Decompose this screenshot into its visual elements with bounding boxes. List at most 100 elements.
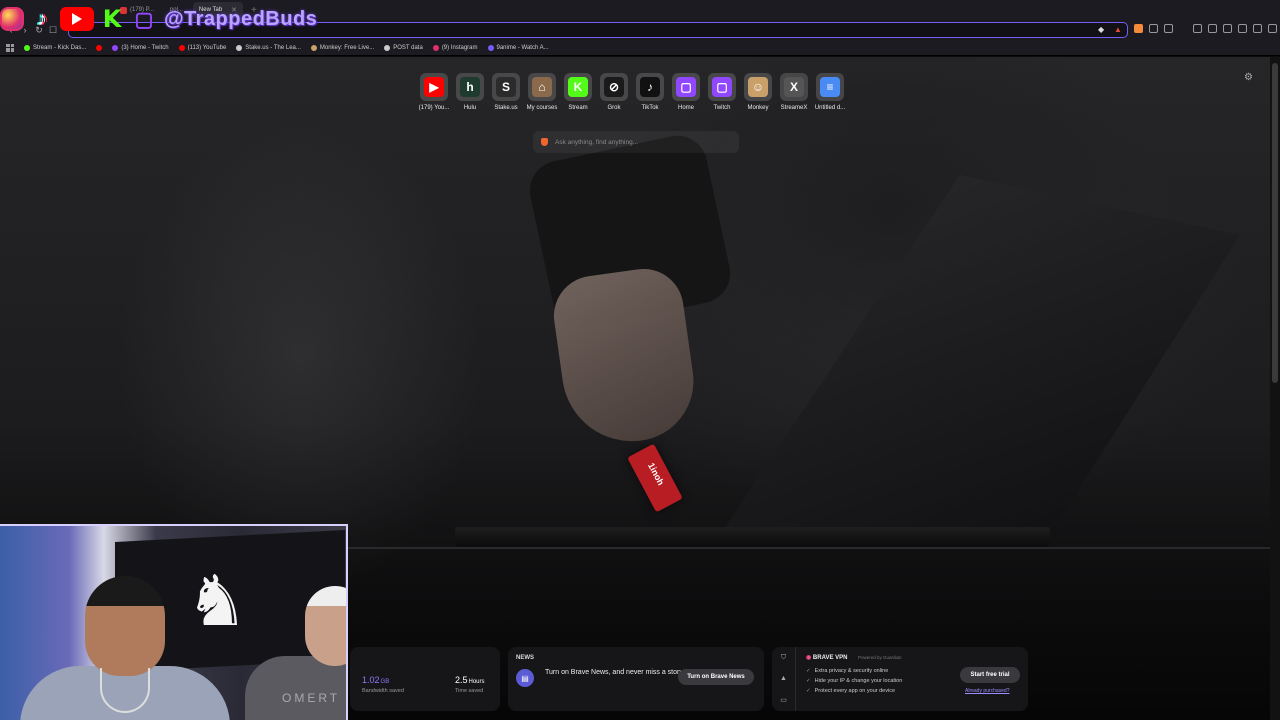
top-site-label: Stream — [568, 105, 588, 111]
tiktok-icon: ♪ — [37, 7, 47, 30]
turn-on-news-button[interactable]: Turn on Brave News — [678, 669, 754, 685]
top-site-label: Untitled d... — [814, 105, 846, 111]
top-site-label: Hulu — [463, 105, 477, 111]
bookmark-item[interactable]: Monkey: Free Live... — [310, 44, 374, 51]
top-site-item[interactable]: ≡ Untitled d... — [815, 73, 845, 111]
tiktok-icon: ♪ — [640, 77, 660, 97]
bookmark-item[interactable]: Stream - Kick Das... — [24, 44, 86, 51]
top-site-label: Twitch — [713, 105, 731, 111]
person-head — [85, 576, 165, 676]
bookmark-item[interactable] — [96, 44, 103, 51]
anime-icon — [487, 44, 494, 51]
extension-icons — [1134, 24, 1277, 33]
top-site-item[interactable]: ▢ Home — [672, 73, 700, 111]
top-site-tile[interactable]: S — [492, 73, 520, 101]
top-site-tile[interactable]: K — [564, 73, 592, 101]
brave-logo-icon — [541, 138, 548, 146]
instagram-icon — [432, 44, 439, 51]
top-site-item[interactable]: h Hulu — [456, 73, 484, 111]
search-input[interactable] — [555, 138, 735, 146]
already-purchased-link[interactable]: Already purchased? — [965, 688, 1009, 694]
vpn-title: ◉ BRAVE VPN — [806, 655, 848, 661]
scrollbar[interactable] — [1270, 57, 1280, 720]
news-title: NEWS — [516, 655, 534, 661]
streamer-handle: @TrappedBuds — [164, 7, 318, 30]
shield-icon[interactable]: ⛉ — [781, 654, 786, 662]
vpn-icon[interactable] — [1253, 24, 1262, 33]
bandwidth-label: Bandwidth saved — [362, 688, 404, 694]
top-site-label: Home — [677, 105, 694, 111]
warning-icon[interactable]: ▲ — [780, 675, 787, 682]
top-site-tile[interactable]: h — [456, 73, 484, 101]
start-free-trial-button[interactable]: Start free trial — [960, 667, 1020, 683]
stake-icon: S — [496, 77, 516, 97]
top-site-tile[interactable]: ▢ — [708, 73, 736, 101]
top-site-item[interactable]: ⌂ My courses — [527, 73, 557, 111]
top-site-item[interactable]: S Stake.us — [492, 73, 520, 111]
top-site-tile[interactable]: ⌂ — [528, 73, 556, 101]
top-site-item[interactable]: K Stream — [564, 73, 592, 111]
top-site-item[interactable]: ☺ Monkey — [744, 73, 772, 111]
card-icon[interactable]: ▭ — [780, 696, 787, 704]
apps-grid-icon[interactable] — [6, 43, 14, 52]
media-icon[interactable] — [1193, 24, 1202, 33]
top-site-tile[interactable]: ▢ — [672, 73, 700, 101]
brave-shields-icon[interactable]: ◆ — [1098, 25, 1104, 34]
widget-switcher: ⛉ ▲ ▭ — [772, 647, 796, 711]
top-site-tile[interactable]: ≡ — [816, 73, 844, 101]
extension-icon[interactable] — [1149, 24, 1158, 33]
extension-icon[interactable] — [1164, 24, 1173, 33]
bookmark-item[interactable]: (9) Instagram — [432, 44, 478, 51]
vpn-feature: Extra privacy & security online — [806, 668, 889, 674]
top-site-tile[interactable]: ☺ — [744, 73, 772, 101]
top-site-tile[interactable]: ⊘ — [600, 73, 628, 101]
top-site-tile[interactable]: ▶ — [420, 73, 448, 101]
extension-icon[interactable] — [1134, 24, 1143, 33]
monkey-icon — [310, 44, 317, 51]
bookmark-item[interactable]: (3) Home - Twitch — [112, 44, 169, 51]
top-site-item[interactable]: X StreameX — [780, 73, 808, 111]
twitch-icon: ▢ — [676, 77, 696, 97]
scrollbar-thumb[interactable] — [1272, 63, 1278, 383]
top-site-item[interactable]: ▶ (179) You... — [419, 73, 449, 111]
grok-icon: ⊘ — [604, 77, 624, 97]
person-head — [305, 586, 346, 666]
bookmarks-bar: Stream - Kick Das... (3) Home - Twitch (… — [0, 40, 1280, 56]
vpn-feature: Protect every app on your device — [806, 688, 895, 694]
top-site-label: Monkey — [747, 105, 769, 111]
social-overlay: ♪ K ▢ @TrappedBuds — [0, 4, 317, 34]
top-site-item[interactable]: ♪ TikTok — [636, 73, 664, 111]
search-box[interactable] — [533, 131, 739, 153]
vpn-powered-by: Powered by Guardian — [858, 655, 902, 660]
kick-icon: K — [102, 5, 122, 33]
bookmark-item[interactable]: POST data — [384, 44, 423, 51]
time-value: 2.5Hours — [455, 675, 485, 685]
hulu-icon: h — [460, 77, 480, 97]
wallet-icon[interactable] — [1238, 24, 1247, 33]
top-site-tile[interactable]: X — [780, 73, 808, 101]
bookmark-item[interactable]: Stake.us - The Lea... — [236, 44, 301, 51]
top-site-label: Stake.us — [494, 105, 518, 111]
menu-icon[interactable] — [1268, 24, 1277, 33]
top-site-label: My courses — [526, 105, 558, 111]
vpn-feature: Hide your IP & change your location — [806, 678, 903, 684]
top-sites: ▶ (179) You... h Hulu S Stake.us ⌂ My courses K S… — [419, 73, 845, 111]
youtube-icon — [178, 44, 185, 51]
top-site-tile[interactable]: ♪ — [636, 73, 664, 101]
webcam-overlay: ♞ OMERT — [0, 524, 348, 720]
docs-icon: ≡ — [820, 77, 840, 97]
reading-list-icon[interactable] — [1223, 24, 1232, 33]
bookmark-item[interactable]: 9anime - Watch A... — [487, 44, 549, 51]
sidebar-icon[interactable] — [1208, 24, 1217, 33]
browser-window: (179) P... pol... New Tab ✕ + ♪ K ▢ @Tra… — [0, 0, 1280, 720]
instagram-icon — [0, 7, 24, 31]
gear-icon[interactable]: ⚙ — [1244, 72, 1253, 83]
monkey-icon: ☺ — [748, 77, 768, 97]
globe-icon — [384, 44, 391, 51]
brave-rewards-icon[interactable]: ▲ — [1114, 25, 1122, 34]
top-site-item[interactable]: ⊘ Grok — [600, 73, 628, 111]
top-site-item[interactable]: ▢ Twitch — [708, 73, 736, 111]
vpn-logo-icon: ◉ — [806, 655, 812, 661]
kick-icon — [24, 44, 30, 51]
bookmark-item[interactable]: (113) YouTube — [178, 44, 226, 51]
